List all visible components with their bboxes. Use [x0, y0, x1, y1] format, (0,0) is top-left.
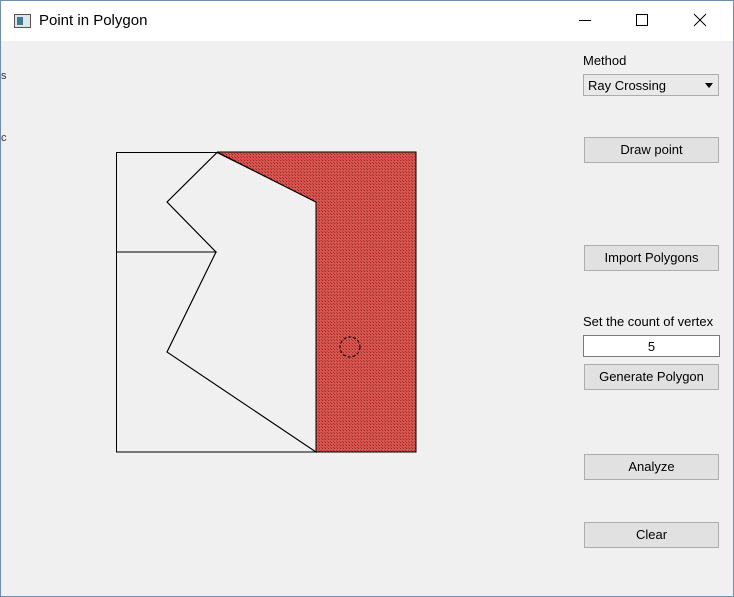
draw-point-button[interactable]: Draw point [584, 137, 719, 163]
close-button[interactable] [672, 1, 730, 41]
method-select[interactable]: Ray Crossing [583, 74, 719, 96]
polygon-middle[interactable] [166, 151, 317, 453]
method-label: Method [583, 53, 627, 68]
generate-polygon-button[interactable]: Generate Polygon [584, 364, 719, 390]
close-icon [693, 13, 707, 27]
app-window: Point in Polygon s c Method Ray Crossing… [0, 0, 734, 597]
analyze-button[interactable]: Analyze [584, 454, 719, 480]
vertex-count-label: Set the count of vertex [583, 314, 714, 329]
maximize-button[interactable] [614, 1, 672, 41]
edge-fragment-top: s [1, 70, 7, 82]
minimize-icon [579, 20, 591, 21]
drawing-canvas[interactable] [1, 1, 561, 561]
minimize-button[interactable] [557, 1, 615, 41]
clear-button[interactable]: Clear [584, 522, 719, 548]
vertex-count-input[interactable] [583, 335, 720, 357]
maximize-icon [636, 14, 648, 26]
chevron-down-icon [705, 83, 713, 88]
method-select-value: Ray Crossing [588, 78, 667, 93]
import-polygons-button[interactable]: Import Polygons [584, 245, 719, 271]
edge-fragment-bottom: c [1, 132, 7, 144]
polygon-bottom-left[interactable] [116, 251, 318, 453]
